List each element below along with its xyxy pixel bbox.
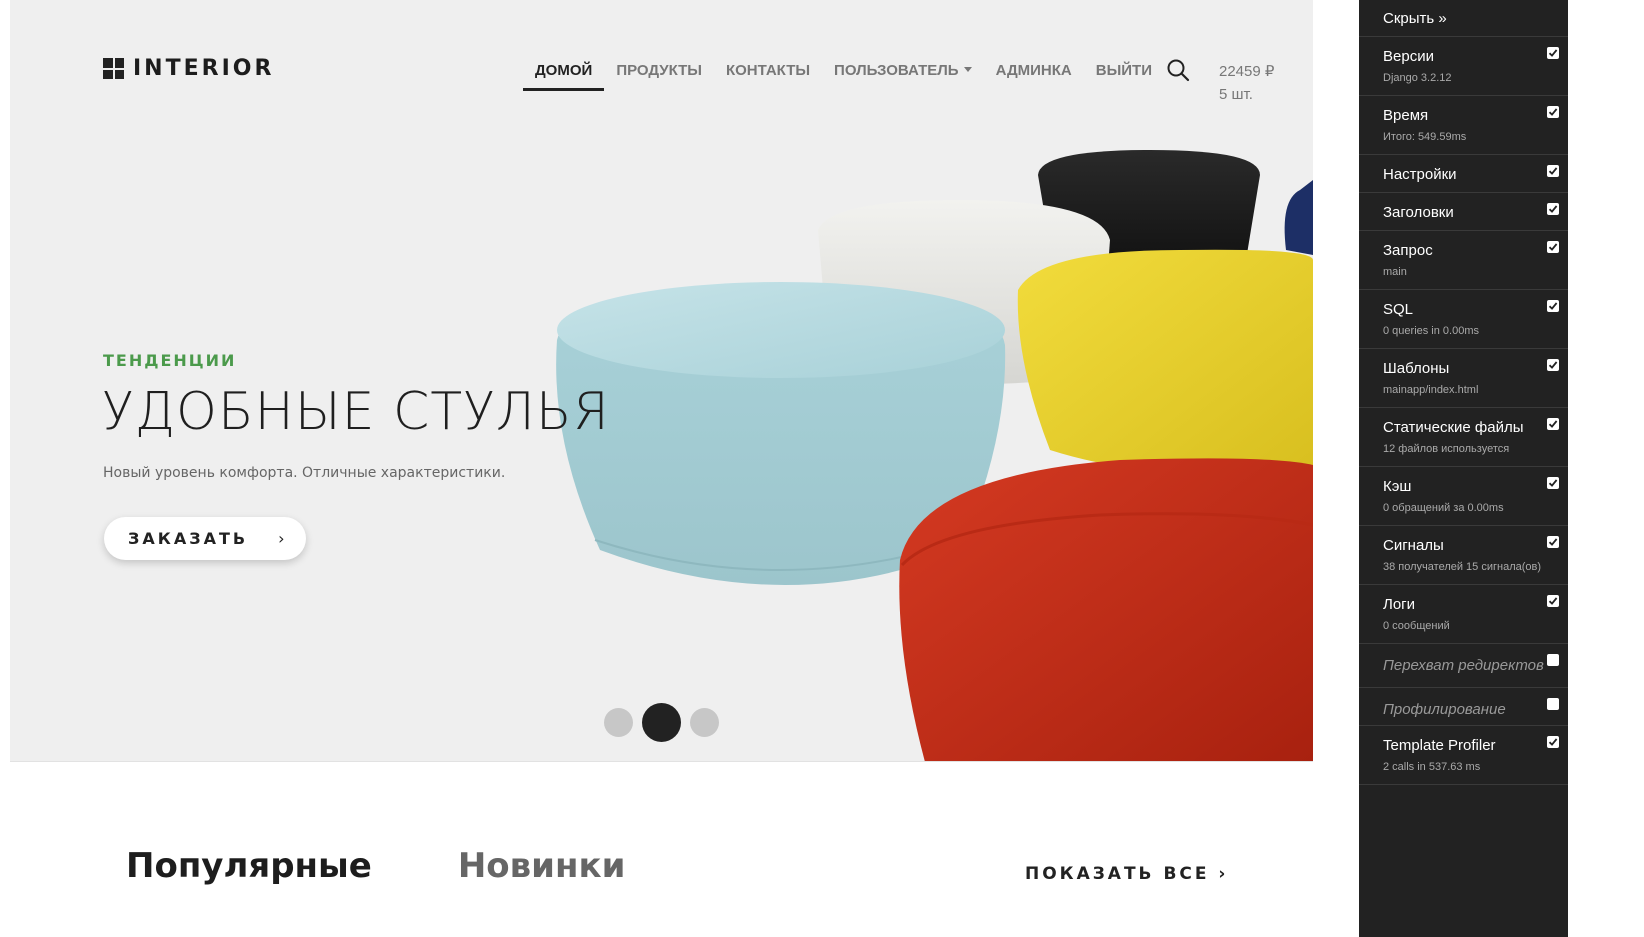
- hero-product-image: [556, 150, 1313, 761]
- checkbox-icon[interactable]: [1547, 47, 1559, 59]
- dropdown-caret-icon: [963, 67, 972, 73]
- panel-subtitle: mainapp/index.html: [1383, 384, 1479, 396]
- panel-logging[interactable]: Логи 0 сообщений: [1359, 585, 1568, 644]
- panel-redirects[interactable]: Перехват редиректов: [1359, 644, 1568, 688]
- hero-title: УДОБНЫЕ СТУЛЬЯ: [102, 382, 610, 442]
- panel-title: Шаблоны: [1383, 360, 1450, 377]
- panel-title: Кэш: [1383, 478, 1412, 495]
- checkbox-icon[interactable]: [1547, 359, 1559, 371]
- order-button-label: ЗАКАЗАТЬ: [128, 529, 249, 548]
- panel-profiling[interactable]: Профилирование: [1359, 688, 1568, 726]
- hero-section: INTERIOR ДОМОЙ ПРОДУКТЫ КОНТАКТЫ ПОЛЬЗОВ…: [10, 0, 1313, 762]
- logo-grid-icon: [103, 58, 124, 79]
- checkbox-icon[interactable]: [1547, 736, 1559, 748]
- hide-toolbar-button[interactable]: Скрыть »: [1359, 0, 1568, 37]
- panel-title: Время: [1383, 107, 1429, 124]
- panel-subtitle: main: [1383, 266, 1407, 278]
- panel-title: Template Profiler: [1383, 737, 1496, 754]
- site-logo[interactable]: INTERIOR: [103, 56, 274, 81]
- checkbox-icon[interactable]: [1547, 595, 1559, 607]
- nav-item-home[interactable]: ДОМОЙ: [523, 56, 605, 91]
- logo-text: INTERIOR: [133, 56, 275, 81]
- checkbox-icon[interactable]: [1547, 536, 1559, 548]
- panel-signals[interactable]: Сигналы 38 получателей 15 сигнала(ов): [1359, 526, 1568, 585]
- panel-subtitle: 12 файлов используется: [1383, 443, 1510, 455]
- panel-title: Статические файлы: [1383, 419, 1524, 436]
- debug-toolbar: Скрыть » Версии Django 3.2.12 Время Итог…: [1359, 0, 1568, 937]
- panel-title: Версии: [1383, 48, 1434, 65]
- show-all-link[interactable]: ПОКАЗАТЬ ВСЕ ›: [1025, 864, 1228, 884]
- hero-eyebrow: ТЕНДЕНЦИИ: [103, 351, 237, 370]
- nav-item-user-label: ПОЛЬЗОВАТЕЛЬ: [834, 62, 959, 79]
- panel-templates[interactable]: Шаблоны mainapp/index.html: [1359, 349, 1568, 408]
- checkbox-icon[interactable]: [1547, 165, 1559, 177]
- tab-popular[interactable]: Популярные: [126, 846, 372, 886]
- checkbox-icon[interactable]: [1547, 300, 1559, 312]
- cart-summary[interactable]: 22459 ₽ 5 шт.: [1219, 60, 1274, 106]
- panel-settings[interactable]: Настройки: [1359, 155, 1568, 193]
- tab-new[interactable]: Новинки: [458, 846, 626, 886]
- panel-subtitle: 0 сообщений: [1383, 620, 1450, 632]
- carousel-dots: [604, 703, 719, 742]
- panel-static-files[interactable]: Статические файлы 12 файлов используется: [1359, 408, 1568, 467]
- nav-item-logout[interactable]: ВЫЙТИ: [1084, 56, 1164, 91]
- panel-subtitle: Итого: 549.59ms: [1383, 131, 1467, 143]
- cart-count: 5 шт.: [1219, 86, 1253, 103]
- nav-item-contacts[interactable]: КОНТАКТЫ: [714, 56, 822, 91]
- panel-title: SQL: [1383, 301, 1414, 318]
- panel-title: Перехват редиректов: [1383, 657, 1544, 674]
- checkbox-icon[interactable]: [1547, 418, 1559, 430]
- panel-title: Логи: [1383, 596, 1416, 613]
- panel-subtitle: 0 обращений за 0.00ms: [1383, 502, 1504, 514]
- panel-title: Настройки: [1383, 166, 1457, 183]
- carousel-dot-2[interactable]: [642, 703, 681, 742]
- panel-subtitle: Django 3.2.12: [1383, 72, 1452, 84]
- nav-item-admin[interactable]: АДМИНКА: [984, 56, 1084, 91]
- nav-item-products[interactable]: ПРОДУКТЫ: [604, 56, 714, 91]
- checkbox-icon[interactable]: [1547, 106, 1559, 118]
- product-tabs: Популярные Новинки: [126, 846, 625, 886]
- cart-total: 22459 ₽: [1219, 63, 1275, 80]
- panel-template-profiler[interactable]: Template Profiler 2 calls in 537.63 ms: [1359, 726, 1568, 785]
- panel-title: Сигналы: [1383, 537, 1444, 554]
- nav-item-user-dropdown[interactable]: ПОЛЬЗОВАТЕЛЬ: [822, 56, 984, 91]
- checkbox-icon[interactable]: [1547, 203, 1559, 215]
- hero-subtitle: Новый уровень комфорта. Отличные характе…: [103, 465, 506, 481]
- panel-subtitle: 38 получателей 15 сигнала(ов): [1383, 561, 1542, 573]
- panel-cache[interactable]: Кэш 0 обращений за 0.00ms: [1359, 467, 1568, 526]
- chevron-right-icon: ›: [278, 529, 285, 548]
- carousel-dot-1[interactable]: [604, 708, 633, 737]
- panel-title: Запрос: [1383, 242, 1433, 259]
- panel-sql[interactable]: SQL 0 queries in 0.00ms: [1359, 290, 1568, 349]
- panel-title: Заголовки: [1383, 204, 1454, 221]
- panel-subtitle: 2 calls in 537.63 ms: [1383, 761, 1481, 773]
- order-button[interactable]: ЗАКАЗАТЬ ›: [104, 517, 306, 560]
- checkbox-icon[interactable]: [1547, 241, 1559, 253]
- main-nav: ДОМОЙ ПРОДУКТЫ КОНТАКТЫ ПОЛЬЗОВАТЕЛЬ АДМ…: [523, 56, 1164, 91]
- carousel-dot-3[interactable]: [690, 708, 719, 737]
- panel-headers[interactable]: Заголовки: [1359, 193, 1568, 231]
- checkbox-icon[interactable]: [1547, 654, 1559, 666]
- panel-versions[interactable]: Версии Django 3.2.12: [1359, 37, 1568, 96]
- search-icon[interactable]: [1166, 58, 1190, 82]
- panel-time[interactable]: Время Итого: 549.59ms: [1359, 96, 1568, 155]
- checkbox-icon[interactable]: [1547, 698, 1559, 710]
- panel-title: Профилирование: [1383, 701, 1506, 718]
- panel-subtitle: 0 queries in 0.00ms: [1383, 325, 1479, 337]
- checkbox-icon[interactable]: [1547, 477, 1559, 489]
- panel-request[interactable]: Запрос main: [1359, 231, 1568, 290]
